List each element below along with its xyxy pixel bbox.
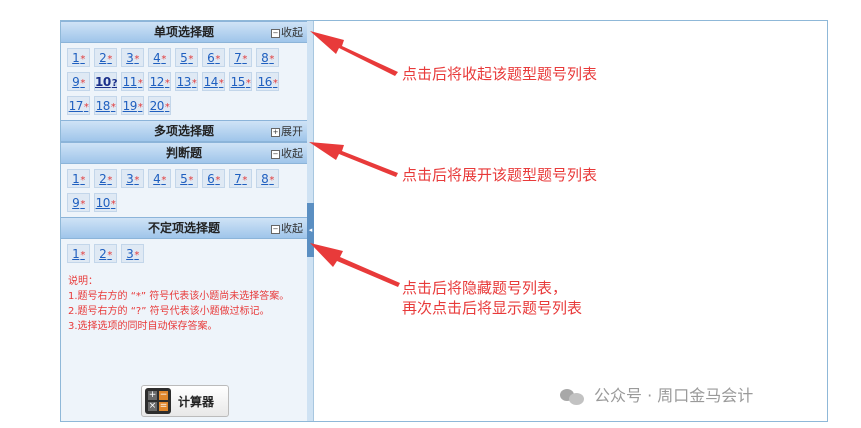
- annotation-collapse: 点击后将收起该题型题号列表: [402, 65, 598, 83]
- wechat-icon: [560, 387, 586, 405]
- arrow-hide: [310, 243, 400, 287]
- arrow-collapse: [310, 31, 398, 76]
- annotation-hide-line2: 再次点击后将显示题号列表: [402, 299, 583, 317]
- watermark: 公众号 · 周口金马会计: [560, 386, 753, 406]
- annotation-hide-line1: 点击后将隐藏题号列表，: [402, 279, 568, 297]
- watermark-text: 公众号 · 周口金马会计: [594, 386, 754, 405]
- annotation-expand: 点击后将展开该题型题号列表: [402, 166, 598, 184]
- arrow-expand: [309, 142, 398, 177]
